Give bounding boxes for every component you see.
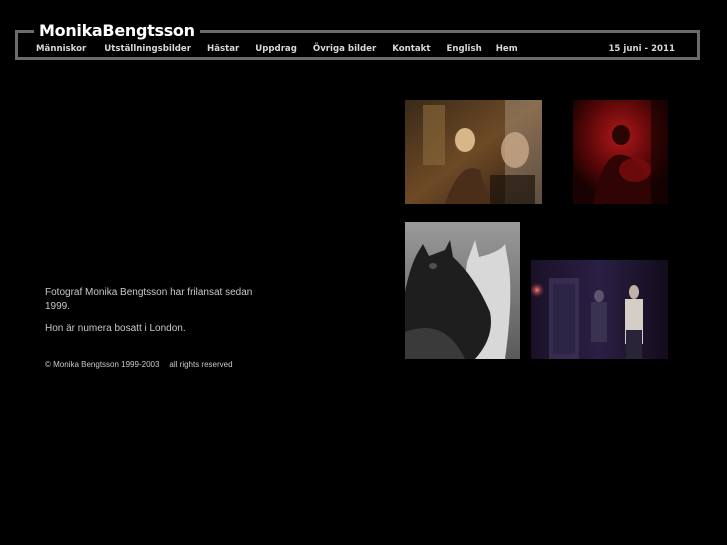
- intro-text: Fotograf Monika Bengtsson har frilansat …: [45, 286, 275, 344]
- nav-item-uppdrag[interactable]: Uppdrag: [255, 44, 297, 54]
- copyright: © Monika Bengtsson 1999-2003 all rights r…: [45, 360, 233, 369]
- nav-item-manniskor[interactable]: Människor: [36, 44, 86, 54]
- intro-line-1: Fotograf Monika Bengtsson har frilansat …: [45, 287, 253, 312]
- copyright-text: © Monika Bengtsson 1999-2003: [45, 360, 160, 369]
- photo-blue-room-image: [531, 260, 668, 359]
- nav-item-hem[interactable]: Hem: [496, 44, 518, 54]
- photo-thumbnail-women[interactable]: [405, 100, 542, 204]
- photo-red-room-image: [573, 100, 668, 204]
- photo-women-image: [405, 100, 542, 204]
- nav-item-kontakt[interactable]: Kontakt: [392, 44, 430, 54]
- main-nav: Människor Utställningsbilder Hästar Uppd…: [36, 44, 518, 54]
- header-date: 15 juni - 2011: [608, 44, 675, 54]
- photo-horses-image: [405, 222, 520, 359]
- site-logo[interactable]: MonikaBengtsson: [34, 20, 200, 42]
- nav-item-hastar[interactable]: Hästar: [207, 44, 239, 54]
- intro-line-2: Hon är numera bosatt i London.: [45, 323, 186, 334]
- rights-text: all rights reserved: [169, 360, 233, 369]
- nav-item-utstallningsbilder[interactable]: Utställningsbilder: [104, 44, 191, 54]
- nav-item-ovriga-bilder[interactable]: Övriga bilder: [313, 44, 376, 54]
- photo-thumbnail-red-room[interactable]: [573, 100, 668, 204]
- nav-item-english[interactable]: English: [446, 44, 481, 54]
- photo-thumbnail-blue-room[interactable]: [531, 260, 668, 359]
- photo-thumbnail-horses[interactable]: [405, 222, 520, 359]
